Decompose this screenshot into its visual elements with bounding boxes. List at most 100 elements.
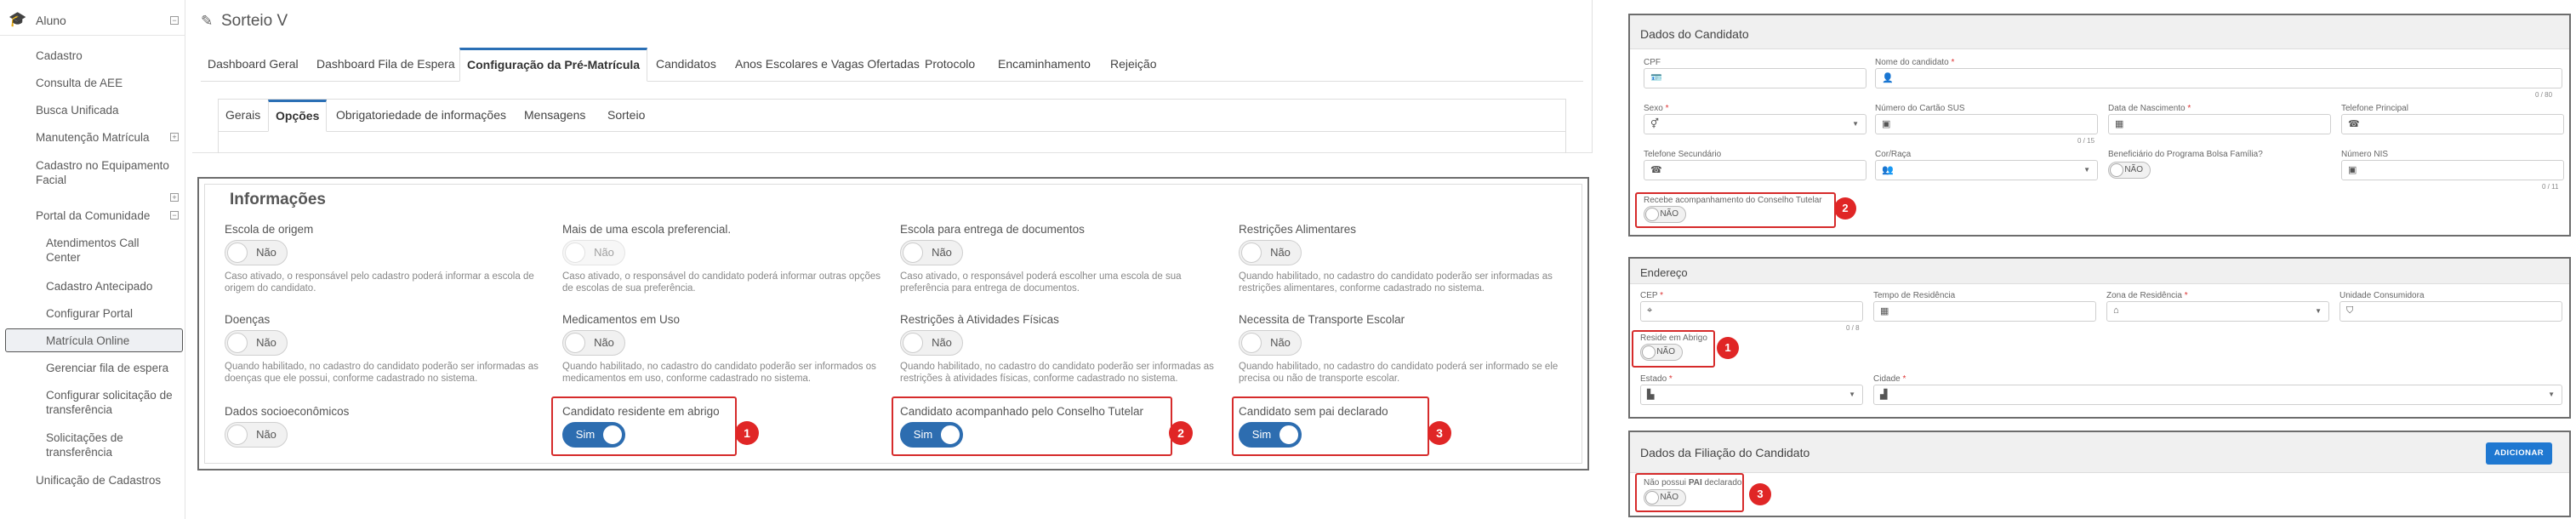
sub-panel: Gerais Opções Obrigatoriedade de informa… [218,99,1566,153]
toggle-medicamentos[interactable]: Não [562,330,625,356]
sidebar-item-manutencao-matricula[interactable]: Manutenção Matrícula [36,130,150,145]
toggle-conselho-tutelar[interactable]: Sim [900,422,963,448]
sidebar-item-cadastro[interactable]: Cadastro [36,48,83,63]
sidebar-item-atendimentos-call-center[interactable]: Atendimentos Call Center [46,236,165,265]
phone-icon: ☎ [1650,165,1662,175]
field-transporte: Necessita de Transporte Escolar Não Quan… [1239,313,1559,384]
toggle-restricoes-fisicas[interactable]: Não [900,330,963,356]
zona-select[interactable]: ⌂ ▼ [2106,301,2329,322]
map-pin-icon: ⌖ [1647,305,1653,316]
estado-label: Estado * [1640,374,1673,384]
home-icon: ⌂ [2113,305,2119,316]
field-restricoes-fisicas: Restrições à Atividades Físicas Não Quan… [900,313,1214,384]
add-filiacao-button[interactable]: ADICIONAR [2486,442,2552,465]
card-icon: ▣ [1882,119,1891,129]
toggle-escola-documentos[interactable]: Não [900,240,963,265]
tab-protocolo[interactable]: Protocolo [918,48,982,82]
nome-input[interactable]: 👤 [1875,68,2562,88]
sidebar-item-gerenciar-fila[interactable]: Gerenciar fila de espera [46,361,168,375]
sus-input[interactable]: ▣ [1875,114,2098,134]
field-conselho-tutelar: Candidato acompanhado pelo Conselho Tute… [900,405,1223,448]
abrigo-toggle[interactable]: NÃO [1640,344,1683,361]
tab-encaminhamento[interactable]: Encaminhamento [991,48,1097,82]
toggle-transporte[interactable]: Não [1239,330,1302,356]
chevron-down-icon: ▼ [1849,391,1855,398]
sidebar-item-configurar-portal[interactable]: Configurar Portal [46,306,133,321]
sidebar-item-portal-comunidade[interactable]: Portal da Comunidade [36,208,150,223]
sexo-select[interactable]: ⚥ ▼ [1644,114,1866,134]
cidade-label: Cidade * [1873,374,1906,384]
phone-icon: ☎ [2348,119,2360,129]
sidebar-item-unificacao-cadastros[interactable]: Unificação de Cadastros [36,473,161,488]
sub-tabs: Gerais Opções Obrigatoriedade de informa… [219,100,1565,132]
tempo-label: Tempo de Residência [1873,291,1956,300]
cep-counter: 0 / 8 [1846,324,1860,332]
tempo-input[interactable]: ▦ [1873,301,2096,322]
toggle-escola-origem[interactable]: Não [225,240,288,265]
sus-counter: 0 / 15 [2077,137,2095,145]
sidebar-item-consulta-aee[interactable]: Consulta de AEE [36,76,123,90]
collapse-icon[interactable]: − [170,16,179,25]
toggle-residente-abrigo[interactable]: Sim [562,422,625,448]
sidebar-item-matricula-online[interactable]: Matrícula Online [46,334,129,348]
nome-counter: 0 / 80 [2535,91,2553,99]
annotation-badge-1: 1 [1717,337,1739,359]
tab-rejeicao[interactable]: Rejeição [1103,48,1163,82]
cidade-select[interactable]: ▟ ▼ [1873,385,2562,405]
annotation-badge-2: 2 [1834,197,1856,220]
telefone-input[interactable]: ☎ [2341,114,2564,134]
pai-label: Não possui PAI declarado [1644,478,1742,488]
tab-candidatos[interactable]: Candidatos [649,48,723,82]
toggle-restricoes-alimentares[interactable]: Não [1239,240,1302,265]
collapse-icon[interactable]: − [170,211,179,220]
toggle-dados-socioeconomicos[interactable]: Não [225,422,288,448]
chevron-down-icon: ▼ [2083,166,2090,174]
sidebar-item-busca-unificada[interactable]: Busca Unificada [36,103,119,117]
field-escola-documentos: Escola para entrega de documentos Não Ca… [900,223,1182,294]
id-card-icon: 🪪 [1650,73,1662,83]
subtab-obrigatoriedade[interactable]: Obrigatoriedade de informações [329,100,513,132]
nascimento-input[interactable]: ▦ [2108,114,2331,134]
estado-select[interactable]: ▙ ▼ [1640,385,1863,405]
toggle-mais-escola[interactable]: Não [562,240,625,265]
nis-input[interactable]: ▣ [2341,160,2564,180]
toggle-doencas[interactable]: Não [225,330,288,356]
filiacao-header: Dados da Filiação do Candidato [1630,432,2569,473]
tab-dashboard-geral[interactable]: Dashboard Geral [201,48,305,82]
expand-icon[interactable]: + [170,133,179,141]
toggle-sem-pai[interactable]: Sim [1239,422,1302,448]
telefone2-input[interactable]: ☎ [1644,160,1866,180]
field-mais-escola: Mais de uma escola preferencial. Não Cas… [562,223,881,294]
cep-input[interactable]: ⌖ [1640,301,1863,322]
annotation-badge-3: 3 [1749,483,1771,505]
cor-select[interactable]: 👥 ▼ [1875,160,2098,180]
bolsa-toggle[interactable]: NÃO [2108,162,2151,179]
sidebar-item-equipamento-facial[interactable]: Cadastro no Equipamento Facial [36,158,172,187]
nis-label: Número NIS [2341,150,2389,159]
subtab-opcoes[interactable]: Opções [268,100,328,132]
pai-toggle[interactable]: NÃO [1644,489,1686,506]
unidade-label: Unidade Consumidora [2339,291,2425,300]
graduation-cap-icon: 🎓 [9,11,27,27]
tab-configuracao-pre-matricula[interactable]: Configuração da Pré-Matrícula [459,48,648,82]
sidebar-item-configurar-transferencia[interactable]: Configurar solicitação de transferência [46,388,182,417]
calendar-icon: ▦ [2115,119,2124,129]
expand-icon[interactable]: + [170,193,179,202]
subtab-mensagens[interactable]: Mensagens [517,100,592,132]
sidebar-item-solicitacoes-transferencia[interactable]: Solicitações de transferência [46,431,148,459]
tab-anos-escolares[interactable]: Anos Escolares e Vagas Ofertadas [728,48,926,82]
building-icon: ▙ [1647,390,1655,400]
tab-dashboard-fila[interactable]: Dashboard Fila de Espera [310,48,462,82]
edit-icon: ✎ [201,13,214,29]
sidebar-item-cadastro-antecipado[interactable]: Cadastro Antecipado [46,279,152,294]
sexo-label: Sexo * [1644,104,1669,113]
cpf-input[interactable]: 🪪 [1644,68,1866,88]
conselho-toggle[interactable]: NÃO [1644,206,1686,223]
subtab-sorteio[interactable]: Sorteio [601,100,652,132]
subtab-gerais[interactable]: Gerais [219,100,267,132]
sidebar-section-header[interactable]: 🎓 Aluno − [0,5,185,36]
annotation-badge-2: 2 [1169,421,1193,445]
unidade-input[interactable]: ⛉ [2339,301,2562,322]
sidebar-section-title: Aluno [36,14,66,27]
filiacao-panel: Dados da Filiação do Candidato ADICIONAR… [1628,431,2571,517]
